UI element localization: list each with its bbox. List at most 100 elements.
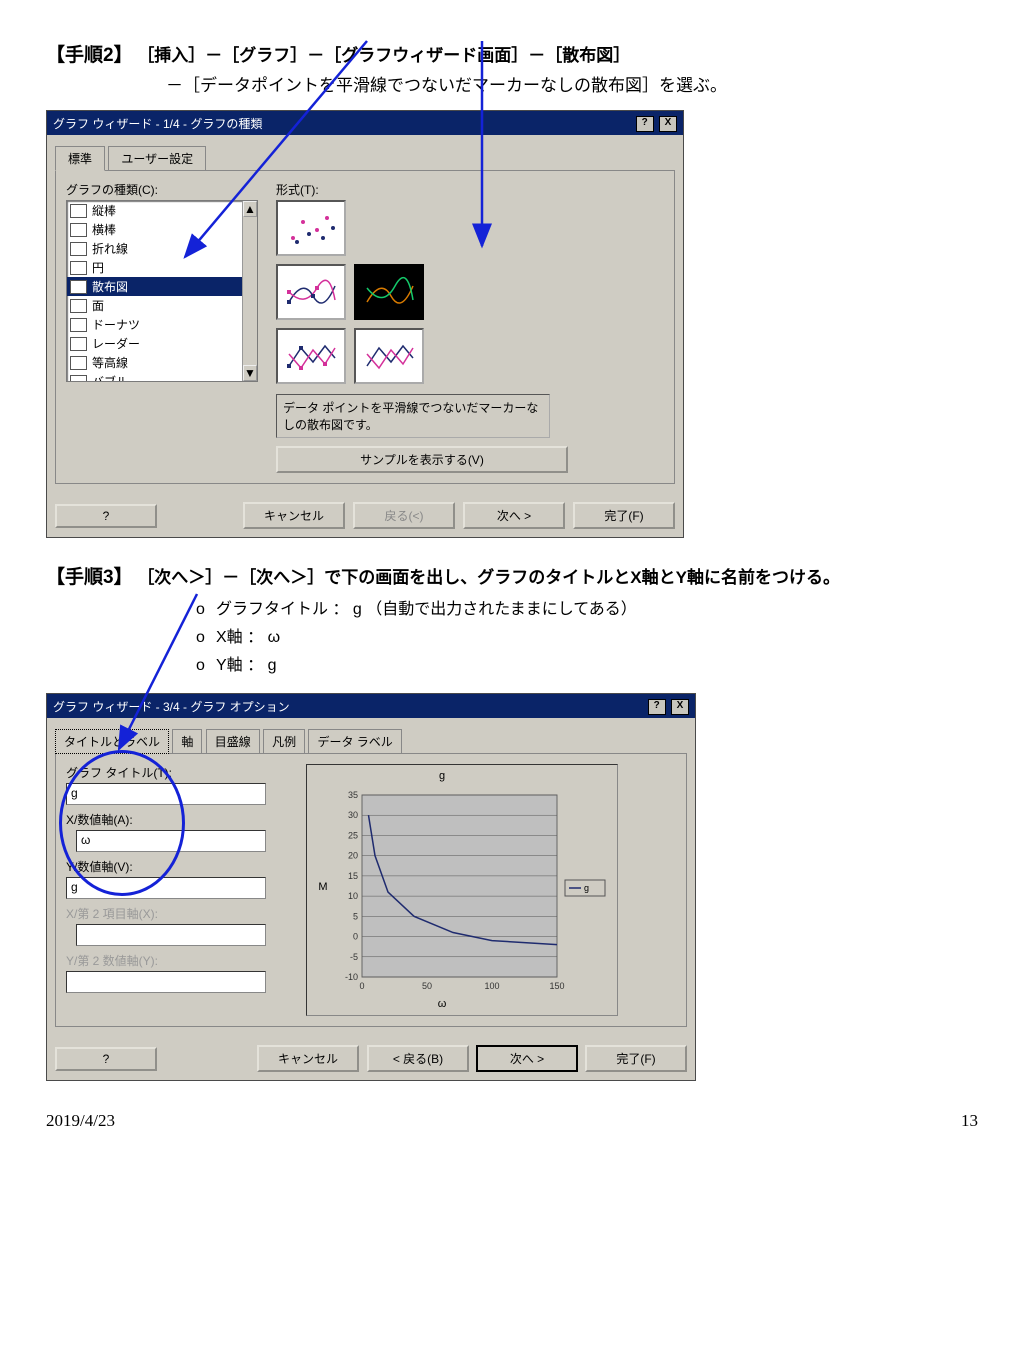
svg-text:10: 10: [348, 891, 358, 901]
titlebar-buttons: ? X: [646, 697, 689, 715]
help-icon[interactable]: ?: [648, 699, 666, 715]
svg-text:0: 0: [359, 981, 364, 991]
tabs: 標準 ユーザー設定: [55, 145, 675, 170]
svg-text:5: 5: [353, 911, 358, 921]
svg-text:150: 150: [549, 981, 564, 991]
svg-text:g: g: [439, 770, 445, 782]
svg-text:g: g: [584, 883, 589, 893]
x2-axis-input: [76, 924, 266, 946]
finish-button[interactable]: 完了(F): [573, 502, 675, 529]
list-item: 等高線: [67, 353, 257, 372]
list-item: 縦棒: [67, 201, 257, 220]
svg-text:-5: -5: [350, 952, 358, 962]
cancel-button[interactable]: キャンセル: [243, 502, 345, 529]
cancel-button[interactable]: キャンセル: [257, 1045, 359, 1072]
step3-line1: ［次へ＞］－［次へ＞］で下の画面を出し、グラフのタイトルとX軸とY軸に名前をつけ…: [137, 568, 840, 587]
label-y-axis: Y/数値軸(V):: [66, 858, 296, 875]
footer-page: 13: [961, 1111, 978, 1131]
help-button[interactable]: ?: [55, 504, 157, 528]
bubble-icon: [70, 375, 87, 383]
subtype-thumb-selected[interactable]: [354, 264, 424, 320]
chart-preview: -10 -5 0 5 10 15 20 25 30 35 0 50 100 150 g ω Mg: [306, 764, 618, 1016]
pie-icon: [70, 261, 87, 275]
tab-titles[interactable]: タイトルとラベル: [55, 729, 169, 754]
tab-gridlines[interactable]: 目盛線: [206, 729, 260, 753]
label-x-axis: X/数値軸(A):: [66, 811, 296, 828]
dialog-buttons: ? キャンセル 戻る(<) 次へ > 完了(F): [47, 494, 683, 537]
close-icon[interactable]: X: [671, 699, 689, 715]
list-item-selected: 散布図: [67, 277, 257, 296]
back-button[interactable]: < 戻る(B): [367, 1045, 469, 1072]
subtype-thumb[interactable]: [276, 328, 346, 384]
titlebar-buttons: ? X: [634, 114, 677, 132]
list-item: 折れ線: [67, 239, 257, 258]
svg-text:35: 35: [348, 790, 358, 800]
dialog-titlebar: グラフ ウィザード - 1/4 - グラフの種類 ? X: [47, 111, 683, 135]
x-axis-input[interactable]: ω: [76, 830, 266, 852]
y-axis-input[interactable]: g: [66, 877, 266, 899]
label-subtype: 形式(T):: [276, 181, 568, 198]
chart-type-listbox[interactable]: 縦棒 横棒 折れ線 円 散布図 面 ドーナツ レーダー 等高線 バブル ▲▼: [66, 200, 258, 382]
dialog-title: グラフ ウィザード - 3/4 - グラフ オプション: [53, 698, 290, 715]
dialog-titlebar: グラフ ウィザード - 3/4 - グラフ オプション ? X: [47, 694, 695, 718]
list-item: 面: [67, 296, 257, 315]
bar-icon: [70, 204, 87, 218]
svg-text:-10: -10: [345, 972, 358, 982]
tab-axes[interactable]: 軸: [172, 729, 202, 753]
svg-text:0: 0: [353, 932, 358, 942]
scrollbar[interactable]: ▲▼: [242, 201, 257, 381]
svg-text:ω: ω: [438, 998, 447, 1010]
subtype-description: データ ポイントを平滑線でつないだマーカーなしの散布図です。: [276, 394, 550, 438]
tab-user[interactable]: ユーザー設定: [108, 146, 206, 170]
tab-datalabels[interactable]: データ ラベル: [308, 729, 401, 753]
contour-icon: [70, 356, 87, 370]
chart-title-input[interactable]: g: [66, 783, 266, 805]
svg-text:50: 50: [422, 981, 432, 991]
svg-text:15: 15: [348, 871, 358, 881]
finish-button[interactable]: 完了(F): [585, 1045, 687, 1072]
svg-text:M: M: [318, 881, 327, 893]
dialog-buttons: ? キャンセル < 戻る(B) 次へ > 完了(F): [47, 1037, 695, 1080]
step2-label: 【手順2】: [46, 45, 133, 66]
step3-label: 【手順3】: [46, 567, 133, 588]
next-button[interactable]: 次へ >: [477, 1046, 577, 1071]
subtype-thumb[interactable]: [354, 328, 424, 384]
page-footer: 2019/4/23 13: [46, 1111, 978, 1131]
label-x2-axis: X/第 2 項目軸(X):: [66, 905, 296, 922]
radar-icon: [70, 337, 87, 351]
hbar-icon: [70, 223, 87, 237]
area-icon: [70, 299, 87, 313]
subtype-thumb[interactable]: [276, 200, 346, 256]
chart-wizard-3-dialog: グラフ ウィザード - 3/4 - グラフ オプション ? X タイトルとラベル…: [46, 693, 696, 1081]
label-chart-title: グラフ タイトル(T):: [66, 764, 296, 781]
step3-bullets: oグラフタイトル ： g （自動で出力されたままにしてある） oX軸 ： ω o…: [46, 595, 978, 675]
tab-legend[interactable]: 凡例: [263, 729, 305, 753]
svg-text:100: 100: [484, 981, 499, 991]
y2-axis-input: [66, 971, 266, 993]
step2-line1: ［挿入］－［グラフ］－［グラフウィザード画面］－［散布図］: [137, 46, 630, 65]
step2-line2: －［データポイントを平滑線でつないだマーカーなしの散布図］を選ぶ。: [46, 71, 978, 96]
help-button[interactable]: ?: [55, 1047, 157, 1071]
list-item: ドーナツ: [67, 315, 257, 334]
help-icon[interactable]: ?: [636, 116, 654, 132]
svg-text:25: 25: [348, 830, 358, 840]
subtype-thumb[interactable]: [276, 264, 346, 320]
footer-date: 2019/4/23: [46, 1111, 115, 1131]
label-y2-axis: Y/第 2 数値軸(Y):: [66, 952, 296, 969]
dialog-title: グラフ ウィザード - 1/4 - グラフの種類: [53, 115, 262, 132]
list-item: 円: [67, 258, 257, 277]
next-button[interactable]: 次へ >: [463, 502, 565, 529]
chart-svg: -10 -5 0 5 10 15 20 25 30 35 0 50 100 150 g ω Mg: [307, 765, 617, 1015]
line-icon: [70, 242, 87, 256]
label-chart-type: グラフの種類(C):: [66, 181, 258, 198]
step3-heading: 【手順3】 ［次へ＞］－［次へ＞］で下の画面を出し、グラフのタイトルとX軸とY軸…: [46, 562, 978, 589]
close-icon[interactable]: X: [659, 116, 677, 132]
svg-text:30: 30: [348, 810, 358, 820]
scatter-icon: [70, 280, 87, 294]
svg-text:20: 20: [348, 851, 358, 861]
donut-icon: [70, 318, 87, 332]
sample-button[interactable]: サンプルを表示する(V): [276, 446, 568, 473]
back-button: 戻る(<): [353, 502, 455, 529]
tab-standard[interactable]: 標準: [55, 146, 105, 171]
list-item: レーダー: [67, 334, 257, 353]
